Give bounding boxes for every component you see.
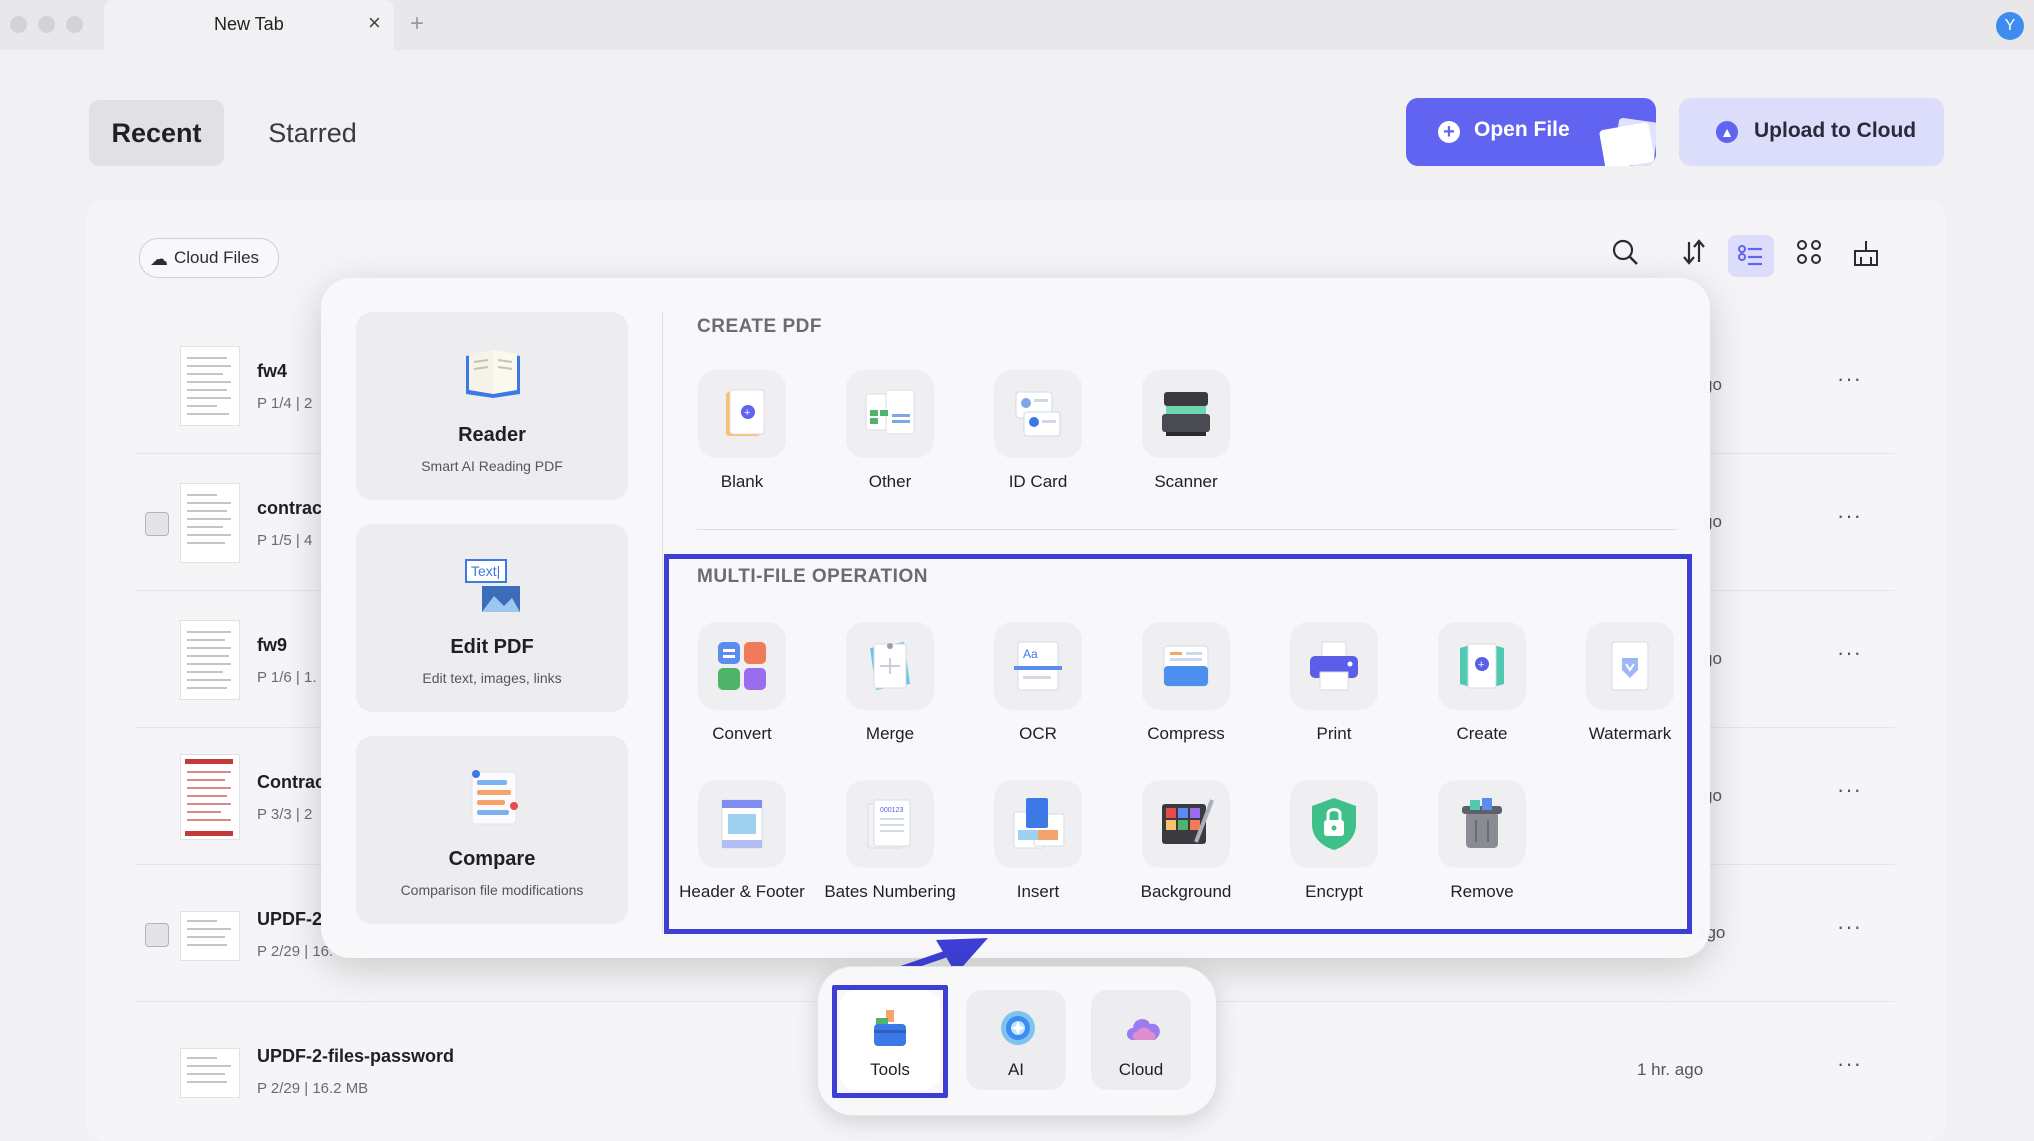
svg-text:Text|: Text| xyxy=(471,563,500,579)
book-icon xyxy=(466,350,520,398)
other-formats-icon xyxy=(846,370,934,458)
tools-highlight-box xyxy=(832,985,948,1098)
file-thumbnail xyxy=(180,483,240,563)
new-tab-icon[interactable]: + xyxy=(410,10,424,38)
upload-arrow-icon: ▲ xyxy=(1716,121,1738,143)
divider xyxy=(662,312,663,934)
tool-label: Scanner xyxy=(1154,472,1218,491)
list-view-icon[interactable] xyxy=(1728,235,1774,277)
tab-close-icon[interactable]: × xyxy=(368,10,381,36)
id-card-icon xyxy=(994,370,1082,458)
card-title: Edit PDF xyxy=(450,636,534,658)
file-name: Contrac xyxy=(257,772,326,792)
tool-id-card[interactable]: ID Card xyxy=(964,370,1112,500)
multi-file-highlight-box xyxy=(664,554,1692,934)
tool-scanner[interactable]: Scanner xyxy=(1112,370,1260,500)
maximize-window-button[interactable] xyxy=(66,16,83,33)
file-meta: P 1/6 | 1. xyxy=(257,669,317,686)
file-meta: P 1/5 | 4 xyxy=(257,532,313,549)
upload-to-cloud-button[interactable]: ▲ Upload to Cloud xyxy=(1679,98,1944,166)
file-name: fw9 xyxy=(257,635,288,655)
card-subtitle: Edit text, images, links xyxy=(422,670,562,686)
file-meta: P 3/3 | 2 xyxy=(257,806,313,823)
cloud-outline-icon: ☁ xyxy=(150,249,168,269)
title-bar: New Tab × + Y xyxy=(0,0,2034,50)
plus-circle-icon: + xyxy=(1438,121,1460,143)
card-title: Reader xyxy=(458,424,526,446)
open-file-button[interactable]: + Open File xyxy=(1406,98,1656,166)
cloud-icon xyxy=(1127,1019,1160,1040)
file-name: UPDF-2 xyxy=(257,909,323,929)
file-name: contrac xyxy=(257,498,323,518)
grid-view-icon[interactable] xyxy=(1791,238,1827,274)
file-thumbnail xyxy=(180,911,240,961)
file-name: fw4 xyxy=(257,361,288,381)
compare-icon xyxy=(471,770,518,825)
more-icon[interactable]: ··· xyxy=(1837,1051,1862,1077)
more-icon[interactable]: ··· xyxy=(1837,503,1862,529)
file-time: 1 hr. ago xyxy=(1637,1060,1704,1079)
row-checkbox[interactable] xyxy=(145,923,169,947)
more-icon[interactable]: ··· xyxy=(1837,366,1862,392)
minimize-window-button[interactable] xyxy=(38,16,55,33)
upload-label: Upload to Cloud xyxy=(1754,119,1917,142)
card-subtitle: Comparison file modifications xyxy=(400,882,584,898)
avatar[interactable]: Y xyxy=(1996,12,2024,40)
ai-icon xyxy=(1001,1011,1035,1045)
file-meta: P 2/29 | 16. xyxy=(257,943,334,960)
search-icon[interactable] xyxy=(1607,238,1643,274)
file-name: UPDF-2-files-password xyxy=(257,1046,455,1066)
edit-pdf-card[interactable]: Text| Edit PDF Edit text, images, links xyxy=(356,524,628,712)
cloud-files-filter[interactable]: ☁ Cloud Files xyxy=(139,238,279,278)
edit-text-icon: Text| xyxy=(465,559,520,612)
divider xyxy=(697,529,1677,530)
tool-other[interactable]: Other xyxy=(816,370,964,500)
file-thumbnail xyxy=(180,620,240,700)
row-checkbox[interactable] xyxy=(145,512,169,536)
dock-label: AI xyxy=(1007,1060,1025,1079)
tab-title: New Tab xyxy=(214,14,284,34)
card-title: Compare xyxy=(448,848,536,870)
dock-cloud[interactable]: Cloud xyxy=(1091,990,1191,1090)
file-thumbnail xyxy=(180,346,240,426)
reader-card[interactable]: Reader Smart AI Reading PDF xyxy=(356,312,628,500)
dock-ai[interactable]: AI xyxy=(966,990,1066,1090)
cloud-files-label: Cloud Files xyxy=(174,248,260,267)
scanner-icon xyxy=(1142,370,1230,458)
more-icon[interactable]: ··· xyxy=(1837,640,1862,666)
close-window-button[interactable] xyxy=(10,16,27,33)
clean-icon[interactable] xyxy=(1848,238,1884,274)
blank-icon: + xyxy=(698,370,786,458)
more-icon[interactable]: ··· xyxy=(1837,777,1862,803)
file-thumbnail xyxy=(180,754,240,840)
file-meta: P 2/29 | 16.2 MB xyxy=(257,1080,369,1097)
section-title-create-pdf: CREATE PDF xyxy=(697,316,822,337)
open-file-label: Open File xyxy=(1474,118,1570,141)
document-illustration-icon xyxy=(1598,121,1656,166)
dock-label: Cloud xyxy=(1118,1060,1164,1079)
tool-blank[interactable]: + Blank xyxy=(668,370,816,500)
more-icon[interactable]: ··· xyxy=(1837,914,1862,940)
svg-text:+: + xyxy=(744,407,750,419)
browser-tab[interactable]: New Tab × xyxy=(104,0,394,50)
compare-card[interactable]: Compare Comparison file modifications xyxy=(356,736,628,924)
file-meta: P 1/4 | 2 xyxy=(257,395,313,412)
tab-recent[interactable]: Recent xyxy=(89,100,224,166)
card-subtitle: Smart AI Reading PDF xyxy=(421,458,563,474)
file-thumbnail xyxy=(180,1048,240,1098)
tab-starred[interactable]: Starred xyxy=(245,100,380,166)
sort-icon[interactable] xyxy=(1676,238,1712,274)
